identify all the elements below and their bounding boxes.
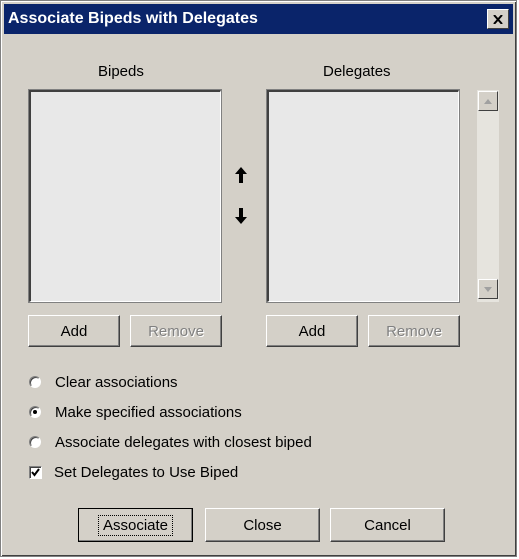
scroll-up-arrow-icon — [484, 98, 492, 104]
bipeds-add-label: Add — [60, 322, 88, 340]
bipeds-list[interactable] — [29, 90, 221, 302]
arrow-up-icon[interactable] — [234, 166, 248, 184]
cancel-label: Cancel — [364, 516, 411, 534]
associate-label: Associate — [97, 514, 174, 536]
associate-closest-biped-label: Associate delegates with closest biped — [55, 433, 312, 451]
clear-associations-radio[interactable]: Clear associations — [29, 372, 178, 392]
radio-button[interactable] — [29, 406, 41, 418]
bipeds-label: Bipeds — [98, 63, 144, 80]
delegates-scrollbar[interactable] — [477, 90, 499, 302]
close-button-footer[interactable]: Close — [205, 508, 320, 542]
make-specified-associations-radio[interactable]: Make specified associations — [29, 402, 242, 422]
delegates-add-label: Add — [298, 322, 326, 340]
associate-closest-biped-radio[interactable]: Associate delegates with closest biped — [29, 432, 312, 452]
delegates-list[interactable] — [267, 90, 459, 302]
bipeds-add-button[interactable]: Add — [28, 315, 120, 347]
scroll-up-button[interactable] — [478, 91, 498, 111]
set-delegates-label: Set Delegates to Use Biped — [54, 463, 239, 481]
delegates-label: Delegates — [323, 63, 391, 80]
delegates-remove-label: Remove — [386, 322, 442, 340]
scroll-down-button[interactable] — [478, 279, 498, 299]
close-button[interactable] — [487, 9, 509, 29]
close-x-icon — [493, 14, 503, 24]
title-bar[interactable]: Associate Bipeds with Delegates — [4, 4, 513, 34]
bipeds-remove-label: Remove — [148, 322, 204, 340]
bipeds-remove-button[interactable]: Remove — [130, 315, 222, 347]
radio-button[interactable] — [29, 436, 41, 448]
dialog-window: Associate Bipeds with Delegates Bipeds A… — [0, 0, 517, 557]
clear-associations-label: Clear associations — [55, 373, 178, 391]
cancel-button[interactable]: Cancel — [330, 508, 445, 542]
radio-button[interactable] — [29, 376, 41, 388]
checkmark-icon — [31, 467, 40, 477]
delegates-remove-button[interactable]: Remove — [368, 315, 460, 347]
delegates-add-button[interactable]: Add — [266, 315, 358, 347]
associate-button[interactable]: Associate — [78, 508, 193, 542]
window-title: Associate Bipeds with Delegates — [8, 10, 258, 27]
arrow-down-icon[interactable] — [234, 207, 248, 225]
scroll-down-arrow-icon — [484, 286, 492, 292]
checkbox[interactable] — [29, 465, 42, 479]
make-specified-associations-label: Make specified associations — [55, 403, 242, 421]
close-label: Close — [243, 516, 282, 534]
set-delegates-checkbox[interactable]: Set Delegates to Use Biped — [29, 462, 238, 482]
